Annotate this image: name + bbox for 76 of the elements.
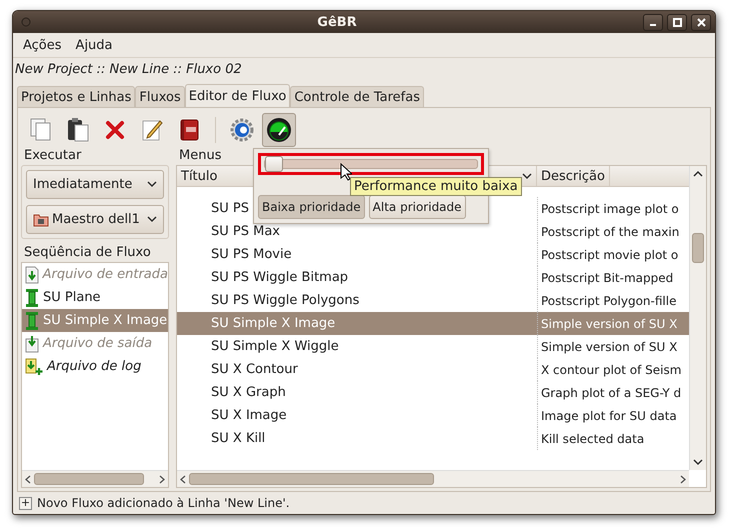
server-dropdown[interactable]: Maestro dell1 (26, 205, 164, 234)
flow-item[interactable]: Arquivo de log (22, 355, 168, 378)
mode-dropdown[interactable]: Imediatamente (26, 170, 164, 199)
scroll-left-icon[interactable] (25, 474, 31, 484)
flow-item-label: Arquivo de saída (43, 336, 152, 351)
title-cell: SU PS Wiggle Polygons (211, 293, 360, 308)
book-icon (178, 118, 200, 142)
title-cell: SU Simple X Image (211, 316, 336, 331)
flow-item-label: SU Simple X Image (43, 313, 168, 328)
flow-item-label: SU Plane (43, 290, 101, 305)
maximize-button[interactable] (667, 14, 687, 30)
settings-icon (230, 118, 254, 142)
slider-thumb[interactable] (265, 156, 283, 172)
tab[interactable]: Fluxos (135, 86, 185, 107)
title-cell: SU PS Max (211, 224, 280, 239)
copy-icon (30, 118, 52, 142)
sort-caret-icon (522, 172, 532, 180)
maximize-icon (672, 18, 682, 26)
log-file-icon (25, 358, 43, 376)
gauge-icon (266, 116, 292, 142)
flow-item-label: Arquivo de entrada (42, 267, 168, 282)
title-cell: SU PS Movie (211, 247, 292, 262)
folder-icon (33, 212, 49, 226)
caret-icon (147, 216, 157, 223)
horizontal-scrollbar[interactable] (177, 470, 689, 487)
flow-item[interactable]: Arquivo de saída (22, 332, 168, 355)
vertical-scrollbar[interactable] (689, 166, 706, 470)
flow-item[interactable]: Arquivo de entrada (22, 263, 168, 286)
breadcrumb: New Project :: New Line :: Fluxo 02 (14, 61, 243, 79)
scroll-up-icon (693, 170, 703, 177)
tooltip: Performance muito baixa (350, 177, 522, 196)
scroll-right-icon[interactable] (680, 474, 686, 484)
frame-label: Seqüência de Fluxo (23, 245, 152, 262)
title-cell: SU X Graph (211, 385, 286, 400)
scroll-left-icon[interactable] (180, 474, 186, 484)
clipboard-icon (67, 118, 89, 142)
title-cell: SU X Contour (211, 362, 298, 377)
frame-label: Menus (178, 148, 222, 165)
window-title: GêBR (316, 14, 358, 30)
tab[interactable]: Controle de Tarefas (290, 86, 424, 107)
scrollbar-thumb[interactable] (34, 473, 144, 485)
menu-item[interactable]: Ações (19, 36, 66, 54)
flow-item[interactable]: SU Plane (22, 286, 168, 309)
flow-item-label: Arquivo de log (47, 359, 142, 374)
close-icon (696, 18, 706, 26)
toolbar-button[interactable] (262, 112, 296, 146)
frame-label: Executar (23, 148, 82, 165)
pencil-icon (141, 118, 163, 142)
scrollbar-thumb[interactable] (189, 473, 434, 485)
priority-button[interactable]: Alta prioridade (368, 195, 466, 219)
tab[interactable]: Editor de Fluxo (184, 84, 290, 107)
menu-item[interactable]: Ajuda (72, 36, 117, 54)
performance-slider[interactable] (258, 153, 484, 175)
minimize-button[interactable] (643, 14, 663, 30)
pipe-icon (25, 288, 39, 308)
title-cell: SU PS (211, 201, 249, 216)
scrollbar-thumb[interactable] (692, 233, 704, 263)
delete-icon (105, 120, 125, 140)
pipe-icon (25, 310, 39, 330)
scroll-right-icon[interactable] (159, 474, 165, 484)
title-cell: SU X Image (211, 408, 287, 423)
horizontal-scrollbar[interactable] (22, 470, 168, 487)
column-header[interactable]: Descrição (537, 166, 610, 186)
title-cell: SU PS Wiggle Bitmap (211, 270, 348, 285)
caret-icon (147, 181, 157, 188)
scroll-down-icon (693, 459, 703, 466)
close-button[interactable] (691, 14, 711, 30)
mouse-pointer-icon (340, 163, 352, 181)
title-cell: SU Simple X Wiggle (211, 339, 339, 354)
output-file-icon (25, 334, 39, 352)
input-file-icon (25, 266, 39, 284)
priority-button[interactable]: Baixa prioridade (258, 195, 365, 219)
expander-button[interactable]: + (19, 496, 32, 510)
title-cell: SU X Kill (211, 431, 266, 446)
tab[interactable]: Projetos e Linhas (17, 86, 136, 107)
status-message: Novo Fluxo adicionado à Linha 'New Line'. (37, 496, 290, 510)
